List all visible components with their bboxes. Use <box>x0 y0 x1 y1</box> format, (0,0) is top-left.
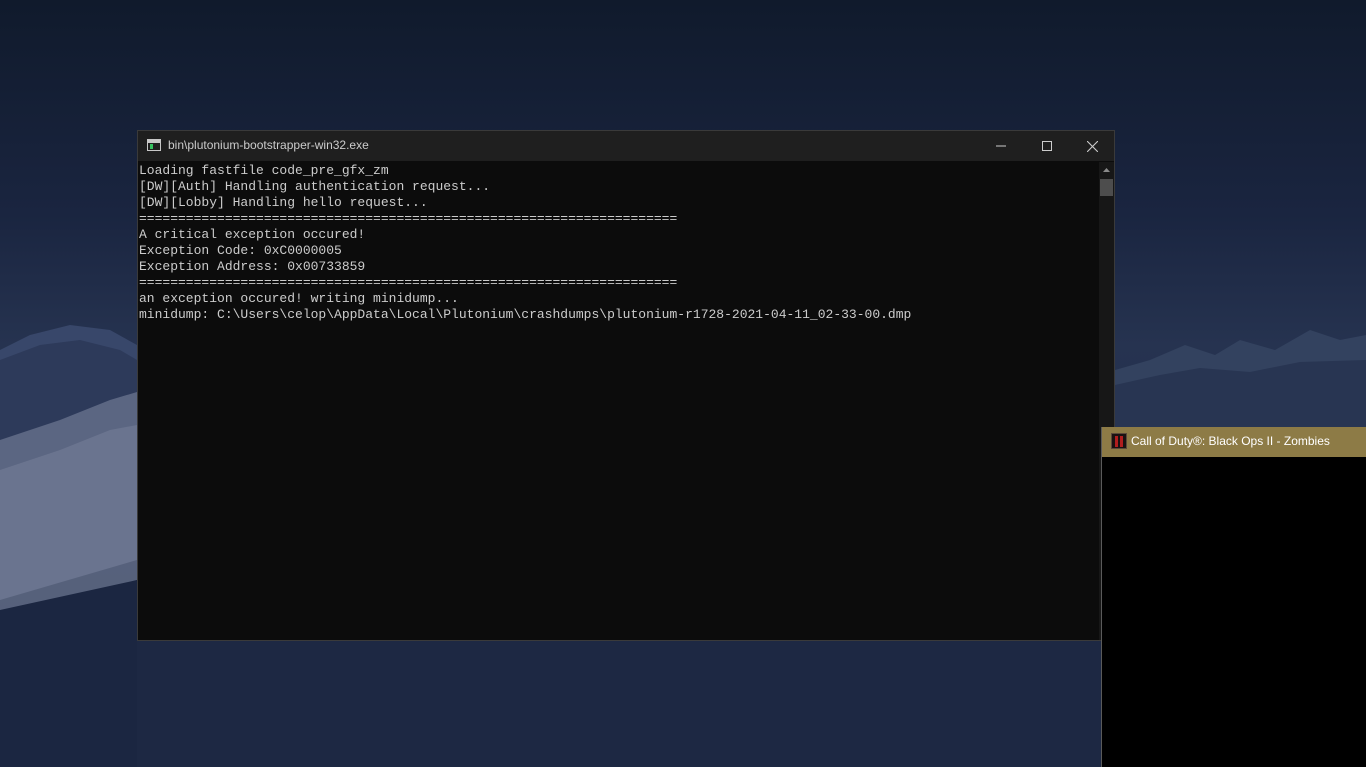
console-output[interactable]: Loading fastfile code_pre_gfx_zm [DW][Au… <box>138 162 1098 640</box>
console-window[interactable]: bin\plutonium-bootstrapper-win32.exe Loa… <box>137 130 1115 641</box>
console-line: [DW][Lobby] Handling hello request... <box>139 195 428 210</box>
console-line: minidump: C:\Users\celop\AppData\Local\P… <box>139 307 912 322</box>
console-window-title: bin\plutonium-bootstrapper-win32.exe <box>168 138 369 152</box>
console-separator-line: ========================================… <box>139 211 678 226</box>
game-titlebar[interactable]: Call of Duty®: Black Ops II - Zombies <box>1102 427 1366 457</box>
console-line: Exception Address: 0x00733859 <box>139 259 366 274</box>
scroll-up-icon <box>1103 168 1110 172</box>
maximize-icon <box>1042 141 1052 151</box>
close-button[interactable] <box>1069 131 1115 161</box>
maximize-button[interactable] <box>1024 131 1070 161</box>
console-line: [DW][Auth] Handling authentication reque… <box>139 179 491 194</box>
close-icon <box>1086 140 1098 152</box>
game-window-title: Call of Duty®: Black Ops II - Zombies <box>1131 434 1330 448</box>
console-separator-line: ========================================… <box>139 275 678 290</box>
minimize-button[interactable] <box>978 131 1024 161</box>
console-line: Loading fastfile code_pre_gfx_zm <box>139 163 389 178</box>
console-line: an exception occured! writing minidump..… <box>139 291 459 306</box>
scroll-up-button[interactable] <box>1099 162 1114 178</box>
minimize-icon <box>996 145 1006 147</box>
desktop-background: bin\plutonium-bootstrapper-win32.exe Loa… <box>0 0 1366 767</box>
console-app-icon[interactable] <box>147 139 161 151</box>
game-viewport[interactable] <box>1102 457 1366 767</box>
console-line: Exception Code: 0xC0000005 <box>139 243 342 258</box>
game-app-icon[interactable] <box>1111 433 1127 449</box>
console-line: A critical exception occured! <box>139 227 366 242</box>
console-titlebar[interactable]: bin\plutonium-bootstrapper-win32.exe <box>138 131 1114 161</box>
scroll-thumb[interactable] <box>1100 179 1113 196</box>
game-window[interactable]: Call of Duty®: Black Ops II - Zombies <box>1101 427 1366 767</box>
